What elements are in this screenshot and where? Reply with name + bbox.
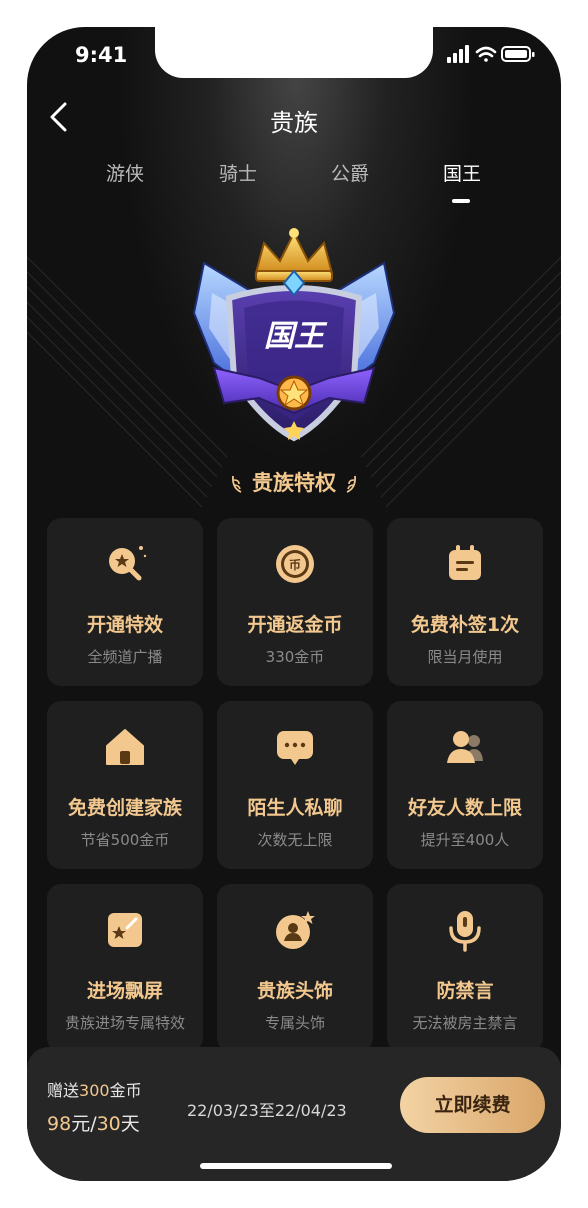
gift-prefix: 赠送 xyxy=(47,1081,80,1100)
privilege-subtitle: 节省500金币 xyxy=(80,831,170,849)
privilege-card-friends[interactable]: 好友人数上限 提升至400人 xyxy=(387,701,543,869)
privilege-title: 免费补签1次 xyxy=(410,614,520,636)
privilege-title: 好友人数上限 xyxy=(407,797,522,819)
calendar-icon xyxy=(449,545,481,580)
tab-knight[interactable]: 骑士 xyxy=(198,159,278,186)
privilege-card-effects[interactable]: 开通特效 全频道广播 xyxy=(47,518,203,686)
home-indicator[interactable] xyxy=(200,1163,392,1169)
privilege-card-private-chat[interactable]: 陌生人私聊 次数无上限 xyxy=(217,701,373,869)
privilege-card-coin-return[interactable]: 币 开通返金币 330金币 xyxy=(217,518,373,686)
house-icon xyxy=(106,729,144,765)
section-title-text: 贵族特权 xyxy=(252,471,336,495)
level-tabs: 游侠 骑士 公爵 国王 xyxy=(27,159,561,203)
battery-icon xyxy=(501,46,535,62)
microphone-icon xyxy=(449,911,481,952)
badge-text: 国王 xyxy=(264,319,328,354)
tab-king[interactable]: 国王 xyxy=(422,159,502,186)
privilege-title: 进场飘屏 xyxy=(86,980,163,1002)
signal-icon xyxy=(447,45,469,63)
privilege-subtitle: 无法被房主禁言 xyxy=(412,1014,518,1032)
privilege-title: 免费创建家族 xyxy=(67,797,182,819)
price-days: 30 xyxy=(96,1113,121,1135)
renew-button[interactable]: 立即续费 xyxy=(400,1077,545,1133)
gift-info: 赠送300金币 xyxy=(47,1077,142,1101)
renew-bar: 赠送300金币 98元/30天 22/03/23至22/04/23 立即续费 xyxy=(27,1047,561,1181)
privilege-card-entrance[interactable]: 进场飘屏 贵族进场专属特效 xyxy=(47,884,203,1052)
privilege-subtitle: 提升至400人 xyxy=(420,831,510,849)
friends-icon xyxy=(447,731,483,763)
chat-bubble-icon xyxy=(277,731,313,765)
section-title: 贵族特权 xyxy=(27,467,561,497)
privilege-card-checkin[interactable]: 免费补签1次 限当月使用 xyxy=(387,518,543,686)
privilege-card-family[interactable]: 免费创建家族 节省500金币 xyxy=(47,701,203,869)
privilege-title: 贵族头饰 xyxy=(256,980,333,1002)
page-title: 贵族 xyxy=(270,109,318,137)
privilege-title: 陌生人私聊 xyxy=(247,797,343,819)
tab-indicator xyxy=(452,199,470,203)
privilege-subtitle: 贵族进场专属特效 xyxy=(64,1014,185,1032)
price-suffix: 天 xyxy=(120,1113,140,1135)
phone-screen: 9:41 贵族 游侠 骑士 公爵 国王 国王 贵族特权 开通特效 全频道广播 币… xyxy=(27,27,561,1181)
privilege-subtitle: 330金币 xyxy=(265,648,325,666)
price-mid: 元/ xyxy=(71,1113,97,1135)
privilege-card-headwear[interactable]: 贵族头饰 专属头饰 xyxy=(217,884,373,1052)
entrance-effect-icon xyxy=(108,913,142,947)
avatar-frame-icon xyxy=(276,911,315,949)
price-amount: 98 xyxy=(47,1113,72,1135)
tab-ranger[interactable]: 游侠 xyxy=(85,159,165,186)
notch xyxy=(155,27,433,78)
coin-icon: 币 xyxy=(276,545,314,583)
magnifier-star-icon xyxy=(109,546,147,581)
laurel-right-icon xyxy=(346,475,357,493)
tab-duke[interactable]: 公爵 xyxy=(310,159,390,186)
king-badge: 国王 xyxy=(192,228,396,442)
privilege-subtitle: 专属头饰 xyxy=(264,1014,325,1032)
gift-suffix: 金币 xyxy=(109,1081,142,1100)
privilege-title: 开通返金币 xyxy=(247,614,343,636)
wifi-icon xyxy=(475,46,497,62)
svg-text:币: 币 xyxy=(289,558,301,572)
status-time: 9:41 xyxy=(75,43,128,67)
privilege-subtitle: 限当月使用 xyxy=(427,648,503,666)
privilege-subtitle: 全频道广播 xyxy=(87,648,163,666)
laurel-left-icon xyxy=(231,475,242,493)
privilege-subtitle: 次数无上限 xyxy=(257,831,333,849)
validity-date-range: 22/03/23至22/04/23 xyxy=(187,1101,347,1120)
privilege-title: 防禁言 xyxy=(436,980,494,1002)
status-icons xyxy=(447,45,535,63)
gift-amount: 300 xyxy=(79,1081,110,1100)
privilege-card-anti-mute[interactable]: 防禁言 无法被房主禁言 xyxy=(387,884,543,1052)
price-info: 98元/30天 xyxy=(47,1109,140,1136)
privilege-title: 开通特效 xyxy=(86,614,163,636)
